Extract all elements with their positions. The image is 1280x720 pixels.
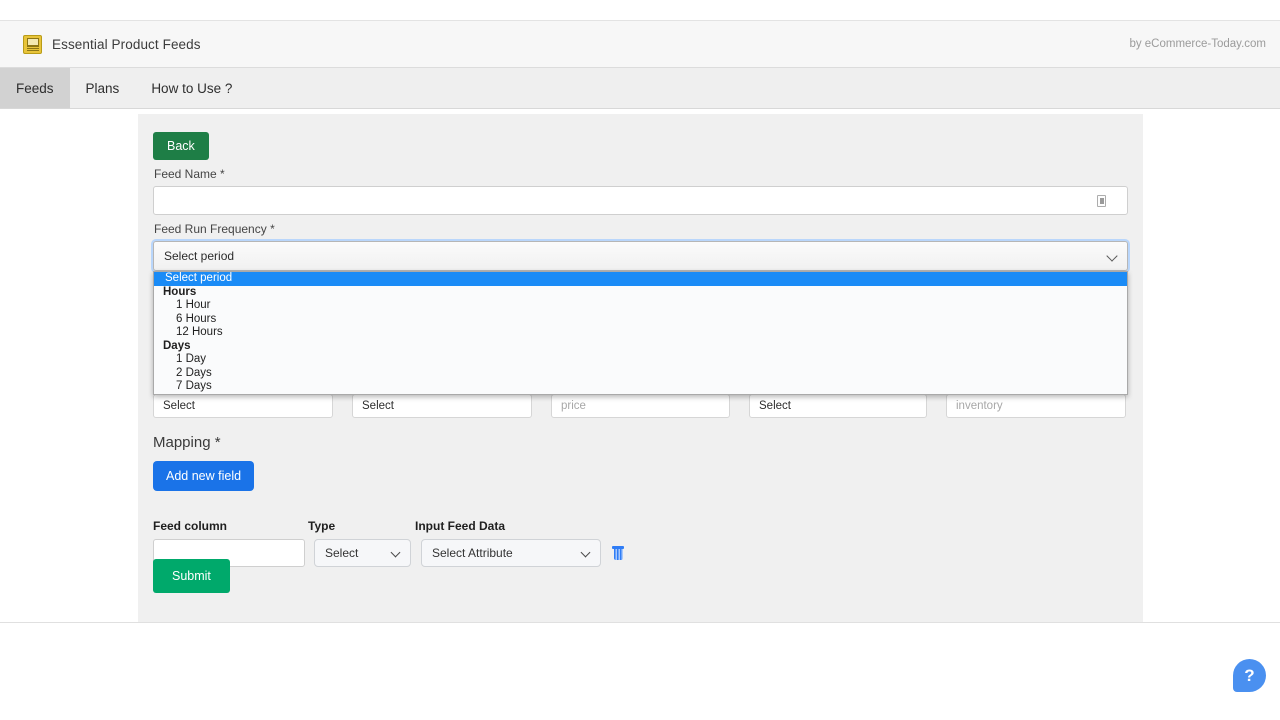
frequency-option-7-days[interactable]: 7 Days [154, 380, 1127, 394]
help-question-icon[interactable]: ? [1233, 659, 1266, 692]
feed-form-panel: Back Feed Name * Feed Run Frequency * Se… [138, 114, 1143, 622]
app-brand: Essential Product Feeds [0, 35, 201, 54]
mapping-header-input-feed-data: Input Feed Data [415, 519, 605, 533]
tab-how-to-use[interactable]: How to Use ? [135, 68, 248, 108]
obscured-field-3[interactable]: price [551, 394, 730, 418]
back-button[interactable]: Back [153, 132, 209, 160]
mapping-section: Mapping * Add new field Feed column Type… [153, 434, 1128, 567]
frequency-option-12-hours[interactable]: 12 Hours [154, 326, 1127, 340]
mapping-row: Select Select Attribute [153, 539, 1128, 567]
app-title: Essential Product Feeds [52, 37, 201, 52]
frequency-dropdown[interactable]: Select period Hours 1 Hour 6 Hours 12 Ho… [153, 271, 1128, 395]
frequency-select[interactable]: Select period [153, 241, 1128, 271]
obscured-field-4[interactable]: Select [749, 394, 927, 418]
main-tabbar: Feeds Plans How to Use ? [0, 68, 1280, 109]
form-autofill-icon [1097, 195, 1106, 207]
frequency-select-value: Select period [164, 249, 234, 263]
tab-feeds-label: Feeds [16, 81, 54, 96]
obscured-field-1-value: Select [163, 400, 195, 412]
mapping-table-header: Feed column Type Input Feed Data [153, 519, 1128, 533]
mapping-header-type: Type [308, 519, 415, 533]
frequency-option-2-days[interactable]: 2 Days [154, 367, 1127, 381]
app-credit: by eCommerce-Today.com [1129, 38, 1280, 50]
frequency-option-1-day[interactable]: 1 Day [154, 353, 1127, 367]
page-content: Back Feed Name * Feed Run Frequency * Se… [0, 109, 1280, 623]
frequency-select-wrap: Select period Select period Hours 1 Hour… [153, 241, 1128, 271]
feed-name-label: Feed Name * [154, 167, 1128, 181]
obscured-field-2-value: Select [362, 400, 394, 412]
obscured-field-2[interactable]: Select [352, 394, 532, 418]
obscured-field-3-value: price [561, 400, 586, 412]
chevron-down-icon [581, 548, 591, 558]
tab-feeds[interactable]: Feeds [0, 68, 70, 108]
mapping-header-feed-column: Feed column [153, 519, 308, 533]
frequency-group-days: Days [154, 340, 1127, 354]
mapping-type-value: Select [325, 546, 358, 560]
obscured-field-5-value: inventory [956, 400, 1003, 412]
app-header: Essential Product Feeds by eCommerce-Tod… [0, 20, 1280, 68]
tab-plans-label: Plans [86, 81, 120, 96]
submit-wrap: Submit [153, 559, 230, 593]
obscured-field-4-value: Select [759, 400, 791, 412]
trash-icon[interactable] [612, 546, 624, 560]
mapping-attribute-value: Select Attribute [432, 546, 513, 560]
chevron-down-icon [1106, 250, 1117, 261]
tab-how-to-use-label: How to Use ? [151, 81, 232, 96]
frequency-option-1-hour[interactable]: 1 Hour [154, 299, 1127, 313]
mapping-attribute-select[interactable]: Select Attribute [421, 539, 601, 567]
tab-plans[interactable]: Plans [70, 68, 136, 108]
frequency-label: Feed Run Frequency * [154, 222, 1128, 236]
mapping-type-select[interactable]: Select [314, 539, 411, 567]
frequency-option-6-hours[interactable]: 6 Hours [154, 313, 1127, 327]
obscured-field-1[interactable]: Select [153, 394, 333, 418]
mapping-title: Mapping * [153, 434, 1128, 451]
frequency-option-select-period[interactable]: Select period [154, 272, 1127, 286]
chevron-down-icon [391, 548, 401, 558]
frequency-group-hours: Hours [154, 286, 1127, 300]
feed-form: Back Feed Name * Feed Run Frequency * Se… [153, 132, 1128, 271]
feed-name-input[interactable] [153, 186, 1128, 215]
obscured-field-row: Select Select price Select inventory [153, 394, 1128, 418]
feed-logo-icon [23, 35, 42, 54]
add-new-field-button[interactable]: Add new field [153, 461, 254, 491]
submit-button[interactable]: Submit [153, 559, 230, 593]
obscured-field-5[interactable]: inventory [946, 394, 1126, 418]
help-glyph: ? [1244, 666, 1254, 686]
